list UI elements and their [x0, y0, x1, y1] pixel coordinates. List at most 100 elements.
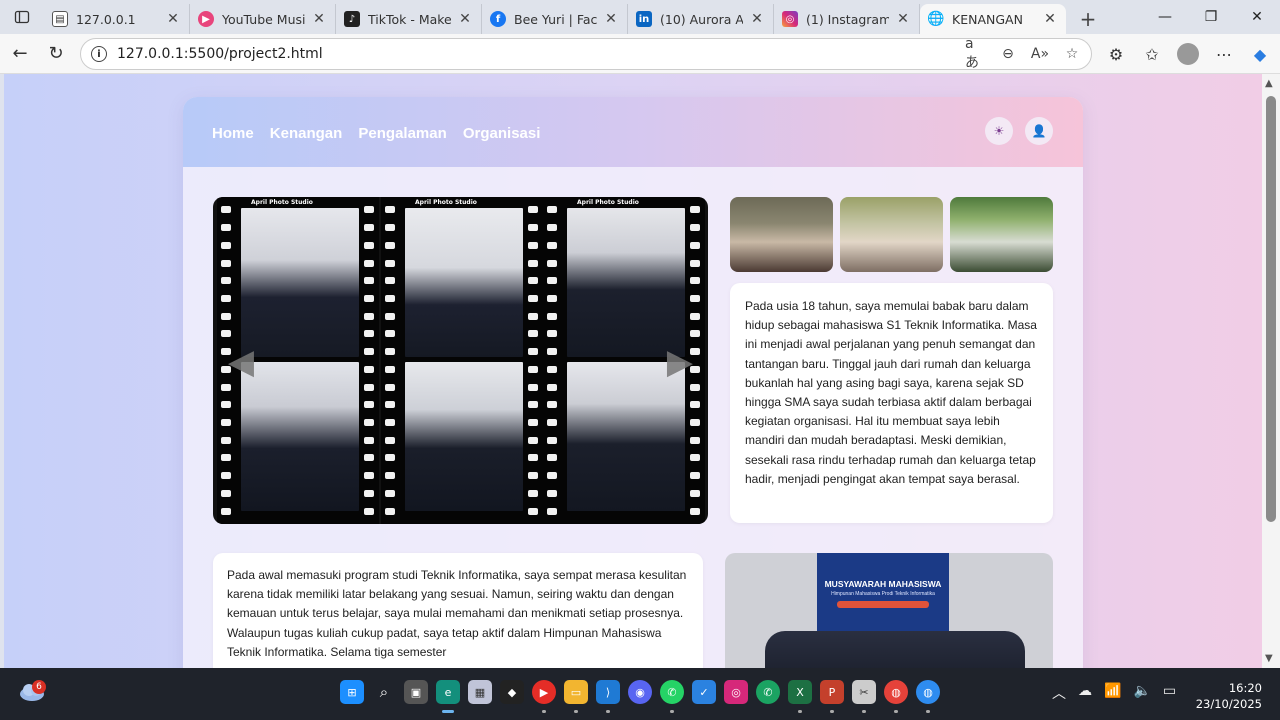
- start-icon[interactable]: ⊞: [340, 680, 364, 704]
- whatsapp-icon[interactable]: ✆: [660, 680, 684, 713]
- extensions-icon[interactable]: ⚙: [1098, 36, 1134, 72]
- theme-toggle-icon[interactable]: ☀: [985, 117, 1013, 145]
- close-tab-icon[interactable]: ✕: [311, 11, 327, 27]
- browser-tab[interactable]: f Bee Yuri | Faceb ✕: [482, 4, 628, 34]
- thumbnail-photo[interactable]: [950, 197, 1053, 272]
- browser-tab[interactable]: ▶ YouTube Music ✕: [190, 4, 336, 34]
- instagram-icon[interactable]: ◎: [724, 680, 748, 704]
- film-label: April Photo Studio: [577, 199, 639, 206]
- banner-title: MUSYAWARAH MAHASISWA: [824, 579, 942, 589]
- wifi-icon[interactable]: 📶: [1104, 683, 1121, 703]
- facebook-icon: f: [490, 11, 506, 27]
- browser-tab-active[interactable]: 🌐 KENANGAN ✕: [920, 4, 1066, 34]
- read-aloud-icon[interactable]: A»: [1029, 43, 1051, 65]
- copilot-icon[interactable]: ◆: [1242, 36, 1278, 72]
- page-container: Home Kenangan Pengalaman Organisasi ☀ 👤 …: [183, 97, 1083, 668]
- close-tab-icon[interactable]: ✕: [165, 11, 181, 27]
- new-tab-icon[interactable]: +: [1072, 4, 1104, 34]
- system-clock[interactable]: 16:20 23/10/2025: [1196, 680, 1262, 712]
- file-explorer-icon[interactable]: ▭: [564, 680, 588, 713]
- favorites-icon[interactable]: ✩: [1134, 36, 1170, 72]
- search-icon[interactable]: ⌕: [372, 680, 396, 704]
- film-holes: [384, 197, 396, 524]
- browser-tab[interactable]: ◎ (1) Instagram ✕: [774, 4, 920, 34]
- photo-carousel[interactable]: April Photo Studio April Photo Studio Ap…: [213, 197, 708, 524]
- task-view-icon[interactable]: ▣: [404, 680, 428, 704]
- back-icon[interactable]: ←: [2, 36, 38, 72]
- excel-icon[interactable]: X: [788, 680, 812, 713]
- restore-icon[interactable]: ❐: [1188, 0, 1234, 34]
- tab-title: (1) Instagram: [806, 11, 889, 27]
- nav-pengalaman[interactable]: Pengalaman: [358, 125, 446, 142]
- todo-icon[interactable]: ✓: [692, 680, 716, 704]
- nav-home[interactable]: Home: [212, 125, 254, 142]
- film-strip: April Photo Studio: [381, 197, 543, 524]
- page-icon: ▤: [52, 11, 68, 27]
- group-photo: [405, 362, 523, 511]
- nav-kenangan[interactable]: Kenangan: [270, 125, 343, 142]
- group-people: [765, 631, 1025, 668]
- site-header: Home Kenangan Pengalaman Organisasi ☀ 👤: [183, 97, 1083, 167]
- refresh-icon[interactable]: ↻: [38, 36, 74, 72]
- close-tab-icon[interactable]: ✕: [749, 11, 765, 27]
- clock-date: 23/10/2025: [1195, 697, 1262, 711]
- profile-avatar[interactable]: [1177, 43, 1199, 65]
- close-tab-icon[interactable]: ✕: [1042, 11, 1058, 27]
- browser-tab[interactable]: ♪ TikTok - Make Y ✕: [336, 4, 482, 34]
- tray-chevron-icon[interactable]: ︿: [1052, 683, 1066, 703]
- user-icon[interactable]: 👤: [1025, 117, 1053, 145]
- minimize-icon[interactable]: —: [1142, 0, 1188, 34]
- thumbnail-photo[interactable]: [840, 197, 943, 272]
- volume-icon[interactable]: 🔈: [1133, 683, 1150, 703]
- film-holes: [363, 197, 375, 524]
- tab-title: KENANGAN: [952, 11, 1023, 27]
- tab-title: TikTok - Make Y: [368, 11, 451, 27]
- edge-icon[interactable]: e: [436, 680, 460, 713]
- url-text: 127.0.0.1:5500/project2.html: [117, 46, 323, 62]
- chrome-profile-icon[interactable]: ◍: [916, 680, 940, 713]
- scroll-thumb[interactable]: [1266, 96, 1276, 522]
- scroll-down-icon[interactable]: ▼: [1265, 653, 1273, 664]
- tab-title: (10) Aurora Arti: [660, 11, 743, 27]
- close-tab-icon[interactable]: ✕: [895, 11, 911, 27]
- battery-icon[interactable]: ▭: [1163, 683, 1176, 703]
- scroll-up-icon[interactable]: ▲: [1265, 78, 1273, 89]
- close-window-icon[interactable]: ✕: [1234, 0, 1280, 34]
- film-label: April Photo Studio: [415, 199, 477, 206]
- browser-tab[interactable]: ▤ 127.0.0.1 ✕: [44, 4, 190, 34]
- figma-icon[interactable]: ◆: [500, 680, 524, 704]
- carousel-next-icon[interactable]: ▶: [660, 337, 700, 387]
- more-menu-icon[interactable]: ⋯: [1206, 36, 1242, 72]
- notification-badge: 6: [32, 680, 46, 694]
- nav-organisasi[interactable]: Organisasi: [463, 125, 541, 142]
- powerpoint-icon[interactable]: P: [820, 680, 844, 713]
- vscode-icon[interactable]: ⟩: [596, 680, 620, 713]
- group-photo: [567, 208, 685, 357]
- workspaces-icon[interactable]: [0, 0, 44, 34]
- discord-icon[interactable]: ◉: [628, 680, 652, 704]
- tab-title: Bee Yuri | Faceb: [514, 11, 597, 27]
- browser-tab[interactable]: in (10) Aurora Arti ✕: [628, 4, 774, 34]
- zoom-out-icon[interactable]: ⊖: [997, 43, 1019, 65]
- story-text: Pada awal memasuki program studi Teknik …: [227, 568, 687, 659]
- whatsapp-web-icon[interactable]: ✆: [756, 680, 780, 704]
- thumbnail-photo[interactable]: [730, 197, 833, 272]
- calculator-icon[interactable]: ▦: [468, 680, 492, 704]
- translate-icon[interactable]: aあ: [965, 36, 987, 71]
- close-tab-icon[interactable]: ✕: [457, 11, 473, 27]
- close-tab-icon[interactable]: ✕: [603, 11, 619, 27]
- onedrive-icon[interactable]: ☁: [1078, 683, 1092, 703]
- tab-title: 127.0.0.1: [76, 11, 136, 27]
- page-scrollbar[interactable]: ▲ ▼: [1262, 74, 1280, 668]
- carousel-prev-icon[interactable]: ◀: [221, 337, 261, 387]
- address-bar[interactable]: i 127.0.0.1:5500/project2.html aあ ⊖ A» ☆: [80, 36, 1092, 71]
- snipping-icon[interactable]: ✂: [852, 680, 876, 713]
- favorite-star-icon[interactable]: ☆: [1061, 43, 1083, 65]
- linkedin-icon: in: [636, 11, 652, 27]
- story-card: Pada awal memasuki program studi Teknik …: [213, 553, 703, 668]
- chrome-icon[interactable]: ◍: [884, 680, 908, 713]
- browser-tab-strip: ▤ 127.0.0.1 ✕ ▶ YouTube Music ✕ ♪ TikTok…: [0, 0, 1280, 34]
- youtube-icon[interactable]: ▶: [532, 680, 556, 713]
- group-photo: [405, 208, 523, 357]
- site-info-icon[interactable]: i: [91, 46, 107, 62]
